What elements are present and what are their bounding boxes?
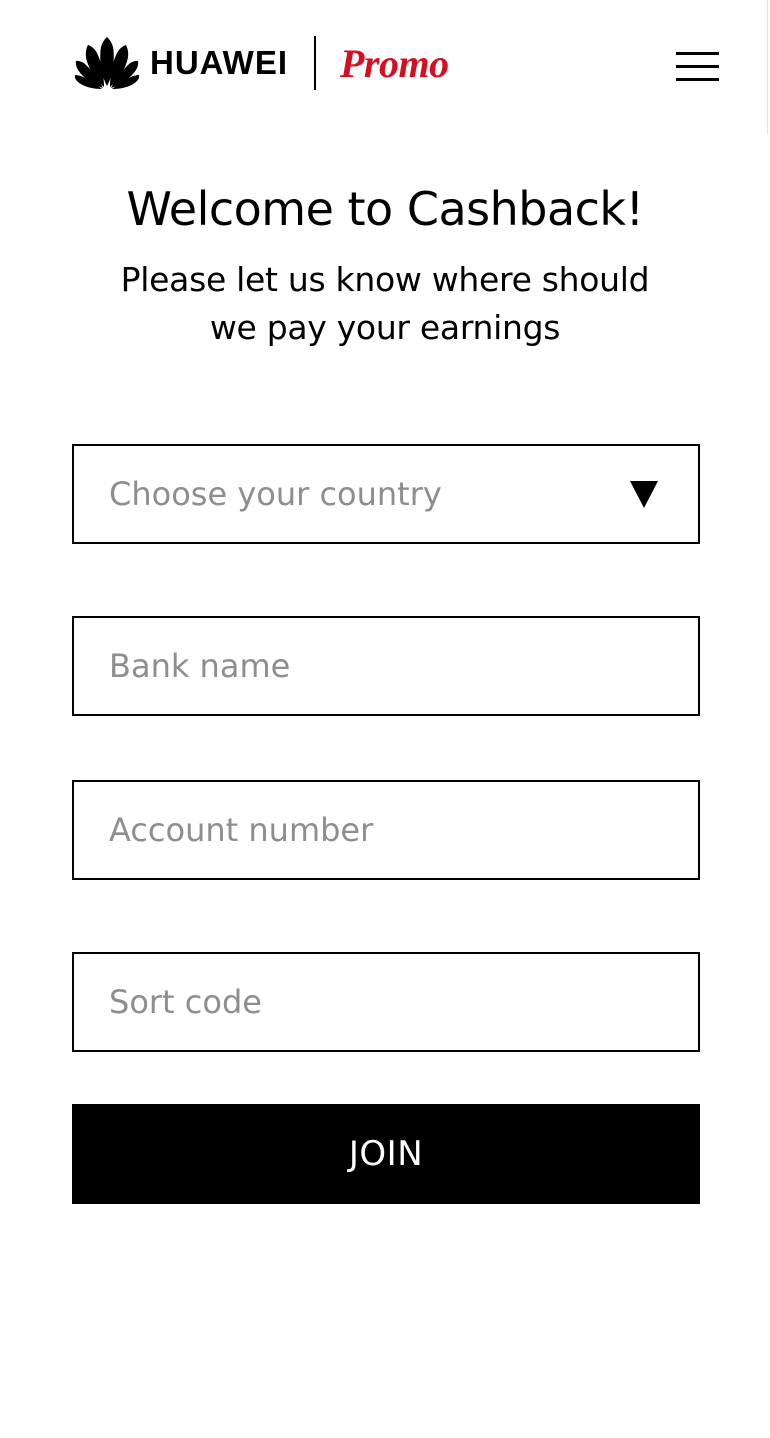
page-subtitle: Please let us know where should we pay y… <box>120 260 650 347</box>
bank-name-input[interactable] <box>74 618 698 714</box>
menu-bar-top <box>676 52 719 55</box>
caret-down-icon <box>630 481 658 508</box>
bank-name-field-wrapper <box>72 616 700 716</box>
account-number-field-wrapper <box>72 780 700 880</box>
promo-label: Promo <box>340 40 449 86</box>
brand-name: HUAWEI <box>150 44 288 81</box>
site-header: HUAWEI Promo <box>0 0 770 134</box>
huawei-promo-logo[interactable]: HUAWEI Promo <box>74 36 449 90</box>
menu-bar-middle <box>676 65 719 68</box>
huawei-petal-logo-icon <box>74 37 140 89</box>
logo-divider <box>314 36 316 90</box>
sort-code-input[interactable] <box>74 954 698 1050</box>
sort-code-field-wrapper <box>72 952 700 1052</box>
page-title: Welcome to Cashback! <box>126 182 644 236</box>
account-number-input[interactable] <box>74 782 698 878</box>
hamburger-menu-icon[interactable] <box>676 52 720 82</box>
country-select-placeholder: Choose your country <box>109 475 442 513</box>
join-button[interactable]: JOIN <box>72 1104 700 1204</box>
country-select[interactable]: Choose your country <box>72 444 700 544</box>
menu-bar-bottom <box>676 78 719 81</box>
